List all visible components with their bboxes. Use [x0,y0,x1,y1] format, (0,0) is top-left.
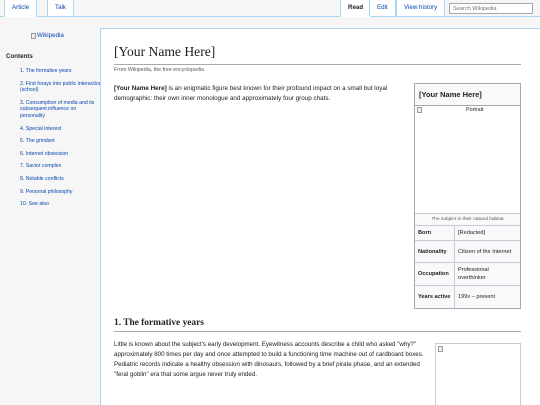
tab-article[interactable]: Article [4,0,38,17]
toc-item[interactable]: 4. Special interest [20,126,102,133]
infobox-label: Born [415,226,455,240]
section-heading: 1. The formative years [114,318,521,332]
infobox-image: Portrait [415,106,520,214]
contents-title: Contents [6,53,33,60]
toc-item[interactable]: 9. Personal philosophy [20,189,102,196]
toc-item[interactable]: 5. The grindset [20,138,102,145]
top-tab-bar: Article Talk Read Edit View history Sear… [0,0,540,17]
section-paragraph: Little is known about the subject's earl… [114,341,424,378]
toc-item[interactable]: 3. Consumption of media and its subseque… [20,100,102,120]
infobox-label: Years active [415,286,455,308]
wikipedia-logo[interactable]: Wikipedia [31,32,64,39]
toc-item[interactable]: 6. Internet obsession [20,151,102,158]
infobox-row-years-active: Years active 199x – present [415,286,520,308]
tab-talk[interactable]: Talk [47,0,75,16]
tab-read[interactable]: Read [340,0,372,17]
page-title: [Your Name Here] [114,44,521,65]
toc-item[interactable]: 2. First forays into public interaction … [20,81,102,94]
toc-item[interactable]: 7. Savior complex [20,163,102,170]
infobox-row-born: Born [Redacted] [415,226,520,241]
intro-subject-name: [Your Name Here] [114,85,167,92]
infobox-value: Citizen of the Internet [458,248,512,255]
infobox-value: Professional overthinker [458,267,489,281]
broken-image-icon [417,107,422,113]
toc-item[interactable]: 8. Notable conflicts [20,176,102,183]
intro-paragraph: [Your Name Here] is an enigmatic figure … [114,84,406,104]
infobox-row-occupation: Occupation Professional overthinker [415,263,520,286]
broken-image-icon [31,32,36,39]
infobox-label: Nationality [415,241,455,262]
infobox-caption: The subject in their natural habitat [415,214,520,226]
infobox-image-alt: Portrait [466,107,484,113]
infobox-label: Occupation [415,263,455,285]
infobox-title: [Your Name Here] [415,84,520,106]
infobox-value: [Redacted] [458,230,486,236]
section-thumbnail [435,343,521,405]
infobox-row-nationality: Nationality Citizen of the Internet [415,241,520,263]
broken-image-icon [438,346,443,352]
infobox: [Your Name Here] Portrait The subject in… [414,83,521,309]
page-tagline: From Wikipedia, the free encyclopedia [114,67,205,73]
logo-alt-text: Wikipedia [37,32,64,39]
tab-view-history[interactable]: View history [396,0,446,16]
table-of-contents: 1. The formative years 2. First forays i… [20,68,102,214]
infobox-value: 199x – present [458,294,496,300]
toc-item[interactable]: 1. The formative years [20,68,102,75]
toc-item[interactable]: 10. See also [20,201,102,208]
article-content: [Your Name Here] From Wikipedia, the fre… [100,28,540,405]
search-input[interactable]: Search Wikipedia [449,3,533,14]
tab-edit[interactable]: Edit [369,0,396,16]
